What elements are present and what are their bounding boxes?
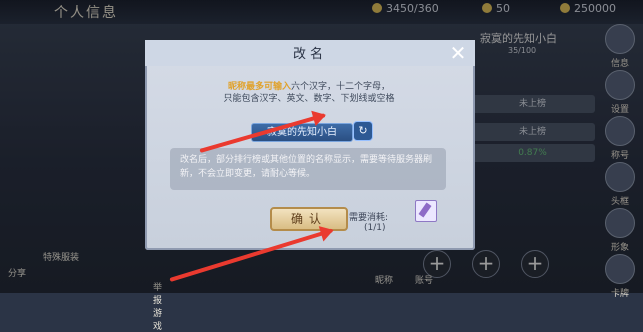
close-icon[interactable]: ✕ [448, 43, 468, 63]
dialog-title: 改名 [292, 47, 327, 62]
confirm-button[interactable]: 确认 [270, 207, 348, 231]
rename-dialog: 改名 ✕ 昵称最多可输入六个汉字，十二个字母， 只能包含汉字、英文、数字、下划线… [145, 40, 475, 250]
rename-card-icon [415, 200, 437, 222]
dialog-body: 昵称最多可输入六个汉字，十二个字母， 只能包含汉字、英文、数字、下划线或空格 寂… [159, 76, 459, 233]
cost-count: (1/1) [364, 223, 386, 233]
cost-label: 需要消耗: [349, 213, 389, 223]
dialog-header: 改名 ✕ [145, 40, 475, 66]
random-name-icon[interactable]: ↻ [353, 121, 373, 141]
rename-description: 改名后，部分排行榜或其他位置的名称显示，需要等待服务器刷新，不会立即变更，请耐心… [170, 148, 446, 190]
rename-rule-text: 昵称最多可输入六个汉字，十二个字母， 只能包含汉字、英文、数字、下划线或空格 [223, 82, 395, 104]
